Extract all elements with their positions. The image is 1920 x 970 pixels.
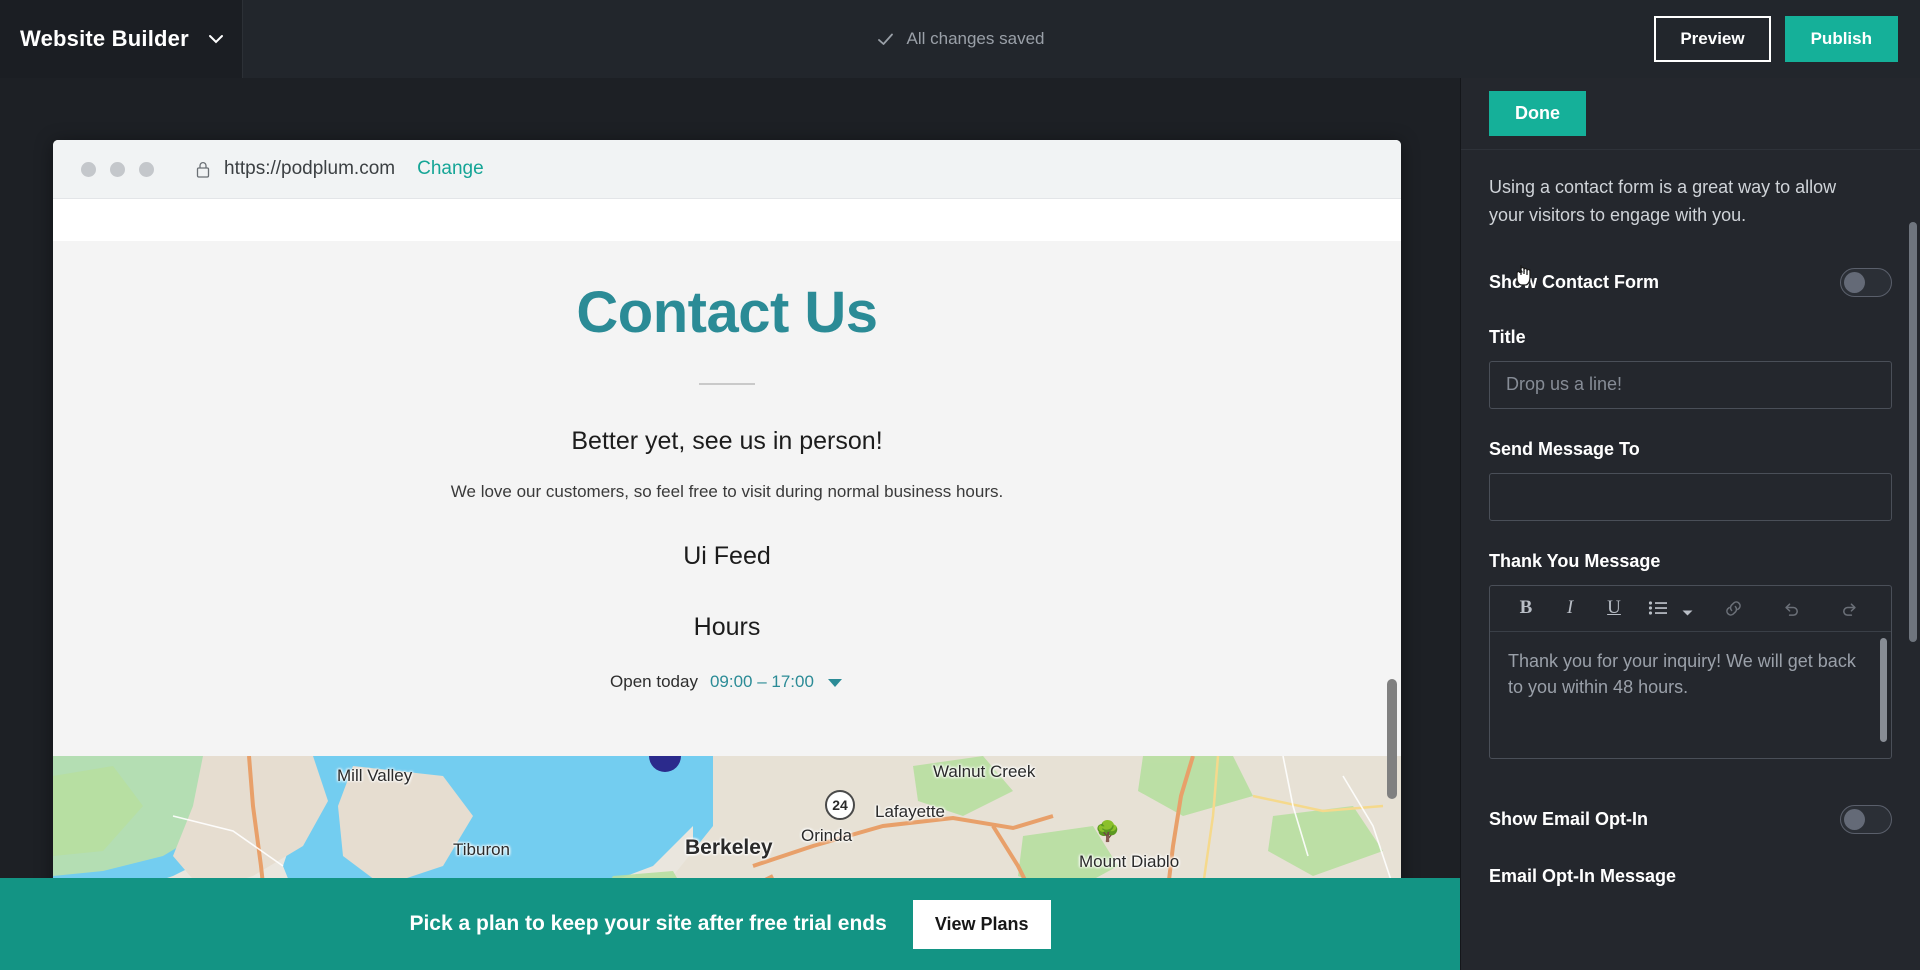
undo-icon[interactable] [1769,586,1813,630]
send-message-to-label: Send Message To [1489,438,1640,459]
editor-toolbar: B I U [1490,586,1891,632]
app-title: Website Builder [20,26,189,51]
open-today-label: Open today [610,671,698,691]
check-icon [876,30,895,49]
editor-canvas: https://podplum.com Change Contact Us Be… [0,78,1460,970]
show-email-optin-row: Show Email Opt-In [1489,804,1892,834]
map-label: Lafayette [875,802,945,821]
site-body: Contact Us Better yet, see us in person!… [53,199,1401,930]
chevron-down-icon[interactable] [207,30,225,48]
hero-body-text: We love our customers, so feel free to v… [450,481,1004,501]
title-input[interactable] [1489,360,1892,409]
publish-button[interactable]: Publish [1784,16,1898,62]
thank-you-editor: B I U Thank you for your inquiry! We wil… [1489,584,1892,759]
thank-you-message-label: Thank You Message [1489,550,1661,571]
settings-panel: Done Using a contact form is a great way… [1460,78,1920,970]
save-status: All changes saved [0,0,1920,78]
site-nav [53,199,1401,241]
show-email-optin-label: Show Email Opt-In [1489,808,1649,829]
trial-banner: Pick a plan to keep your site after free… [0,878,1460,970]
show-email-optin-toggle[interactable] [1840,804,1892,834]
preview-scrollbar[interactable] [1387,679,1397,799]
map-label: Berkeley [685,836,773,859]
email-optin-message-label: Email Opt-In Message [1489,865,1677,886]
trial-message: Pick a plan to keep your site after free… [409,912,887,935]
browser-chrome: https://podplum.com Change [53,140,1401,198]
hero-subtitle: Better yet, see us in person! [571,426,883,455]
brand-menu[interactable]: Website Builder [0,0,243,78]
contact-hero: Contact Us Better yet, see us in person!… [53,241,1401,756]
site-preview-frame: https://podplum.com Change Contact Us Be… [53,140,1401,930]
window-dot-minimize [110,161,125,177]
title-field-label: Title [1489,326,1526,347]
send-message-to-input[interactable] [1489,472,1892,521]
link-icon[interactable] [1711,586,1755,630]
tree-icon: 🌳 [1095,821,1120,843]
editor-scrollbar[interactable] [1880,637,1887,742]
panel-scrollbar[interactable] [1909,222,1917,642]
view-plans-button[interactable]: View Plans [912,899,1051,949]
panel-body: Using a contact form is a great way to a… [1461,150,1920,970]
list-button-group[interactable] [1636,586,1693,630]
save-status-text: All changes saved [906,29,1045,48]
done-button[interactable]: Done [1489,91,1586,136]
open-today-time: 09:00 – 17:00 [709,671,814,691]
caret-down-icon[interactable] [826,676,844,688]
map-label: Mill Valley [337,766,413,785]
thank-you-text: Thank you for your inquiry! We will get … [1508,650,1856,697]
italic-button[interactable]: I [1548,586,1592,630]
top-bar-actions: Preview Publish [1654,0,1898,78]
window-dot-close [81,161,96,177]
window-dot-maximize [139,161,154,177]
preview-button[interactable]: Preview [1654,16,1771,62]
map-label: Tiburon [453,840,511,859]
hours-row[interactable]: Open today 09:00 – 17:00 [53,672,1401,692]
hours-heading: Hours [693,612,761,641]
top-bar: Website Builder All changes saved Previe… [0,0,1920,78]
show-contact-form-row: Show Contact Form [1489,267,1892,297]
thank-you-textarea[interactable]: Thank you for your inquiry! We will get … [1490,632,1891,758]
highway-shield-icon: 24 [825,790,855,820]
panel-description: Using a contact form is a great way to a… [1489,177,1837,225]
map-label: Orinda [801,826,853,845]
toggle-knob [1844,271,1865,293]
bullet-list-icon[interactable] [1636,586,1680,630]
lock-icon [196,161,210,178]
panel-header: Done [1461,78,1920,150]
redo-icon[interactable] [1827,586,1871,630]
underline-button[interactable]: U [1592,586,1636,630]
show-contact-form-toggle[interactable] [1840,267,1892,297]
business-name: Ui Feed [683,541,771,570]
change-url-link[interactable]: Change [417,158,484,180]
chevron-down-icon[interactable] [1682,604,1693,616]
page-title: Contact Us [576,280,878,345]
title-divider [699,382,755,385]
bold-button[interactable]: B [1504,586,1548,630]
url-text: https://podplum.com [224,158,396,179]
map-label: Mount Diablo [1079,852,1180,871]
toggle-knob [1844,808,1865,830]
map-label: Walnut Creek [933,762,1036,781]
show-contact-form-label: Show Contact Form [1489,271,1659,292]
window-dots [81,161,154,177]
